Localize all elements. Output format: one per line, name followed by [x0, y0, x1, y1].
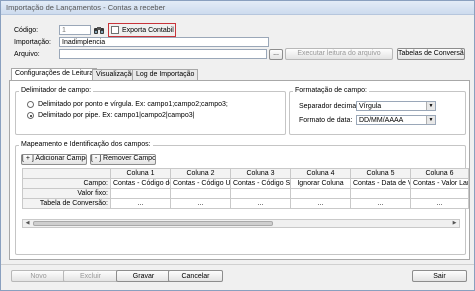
conversao-cell[interactable]: ... — [110, 198, 171, 209]
separador-decimal-select[interactable]: Vírgula ▼ — [356, 101, 436, 111]
formatacao-title: Formatação de campo: — [293, 87, 369, 94]
row-label-campo: Campo: — [22, 178, 111, 189]
mapeamento-title: Mapeamento e Identificação dos campos: — [19, 141, 153, 148]
import-window: Importação de Lançamentos - Contas a rec… — [0, 0, 475, 291]
chevron-down-icon: ▼ — [426, 102, 435, 110]
valor-fixo-cell[interactable] — [290, 188, 351, 199]
tab-panel: Delimitador de campo: Delimitado por pon… — [9, 80, 470, 260]
conversao-cell[interactable]: ... — [230, 198, 291, 209]
importacao-label: Importação: — [14, 39, 51, 46]
cancelar-button[interactable]: Cancelar — [168, 270, 223, 282]
tab-log-importacao[interactable]: Log de Importação — [132, 69, 199, 80]
mapping-grid: Coluna 1 Coluna 2 Coluna 3 Coluna 4 Colu… — [22, 168, 469, 209]
radio-ponto-virgula[interactable] — [27, 101, 34, 108]
horizontal-scrollbar[interactable]: ◀ ▶ — [22, 219, 460, 228]
exporta-contabil-label: Exporta Contabil — [122, 27, 174, 34]
footer-divider — [1, 264, 474, 265]
option-pipe-label: Delimitado por pipe. Ex: campo1|campo2|c… — [38, 112, 195, 119]
column-header[interactable]: Coluna 1 — [110, 168, 171, 179]
conversao-cell[interactable]: ... — [290, 198, 351, 209]
campo-cell[interactable]: Contas - Código do — [110, 178, 171, 189]
grid-corner — [22, 168, 111, 179]
scroll-right-icon[interactable]: ▶ — [450, 220, 459, 227]
arquivo-label: Arquivo: — [14, 51, 40, 58]
table-row: Valor fixo: — [22, 188, 469, 199]
column-header[interactable]: Coluna 4 — [290, 168, 351, 179]
column-header[interactable]: Coluna 2 — [170, 168, 231, 179]
table-row: Campo: Contas - Código do Contas - Códig… — [22, 178, 469, 189]
campo-cell[interactable]: Contas - Código Sac — [230, 178, 291, 189]
row-label-tabela-conversao: Tabela de Conversão: — [22, 198, 111, 209]
formato-data-select[interactable]: DD/MM/AAAA ▼ — [356, 115, 436, 125]
conversao-cell[interactable]: ... — [410, 198, 469, 209]
valor-fixo-cell[interactable] — [170, 188, 231, 199]
valor-fixo-cell[interactable] — [230, 188, 291, 199]
arquivo-field[interactable] — [59, 49, 267, 59]
column-header[interactable]: Coluna 5 — [350, 168, 411, 179]
codigo-label: Código: — [14, 27, 39, 34]
scrollbar-thumb[interactable] — [33, 221, 273, 226]
title-bar: Importação de Lançamentos - Contas a rec… — [1, 1, 474, 15]
option-ponto-virgula-label: Delimitado por ponto e vírgula. Ex: camp… — [38, 101, 228, 108]
valor-fixo-cell[interactable] — [410, 188, 469, 199]
executar-leitura-button[interactable]: Executar leitura do arquivo — [285, 48, 393, 60]
delimitador-title: Delimitador de campo: — [19, 87, 94, 94]
sair-button[interactable]: Sair — [412, 270, 467, 282]
column-header[interactable]: Coluna 3 — [230, 168, 291, 179]
campo-cell[interactable]: Contas - Data de Ve — [350, 178, 411, 189]
valor-fixo-cell[interactable] — [350, 188, 411, 199]
row-label-valor-fixo: Valor fixo: — [22, 188, 111, 199]
formato-data-value: DD/MM/AAAA — [359, 117, 404, 124]
valor-fixo-cell[interactable] — [110, 188, 171, 199]
campo-cell[interactable]: Ignorar Coluna — [290, 178, 351, 189]
gravar-button[interactable]: Gravar — [116, 270, 171, 282]
formatacao-group — [289, 91, 466, 135]
window-title: Importação de Lançamentos - Contas a rec… — [6, 3, 166, 12]
column-header[interactable]: Coluna 6 — [410, 168, 469, 179]
scroll-left-icon[interactable]: ◀ — [23, 220, 32, 227]
tabelas-conversao-button[interactable]: Tabelas de Conversão — [397, 48, 465, 60]
separador-decimal-label: Separador decimal: — [299, 103, 360, 110]
chevron-down-icon: ▼ — [426, 116, 435, 124]
conversao-cell[interactable]: ... — [350, 198, 411, 209]
tab-configuracoes-leitura[interactable]: Configurações de Leitura — [11, 68, 98, 80]
radio-pipe[interactable] — [27, 112, 34, 119]
importacao-field[interactable]: Inadimplencia — [59, 37, 269, 47]
browse-button[interactable]: ... — [269, 49, 283, 60]
search-binoculars-icon[interactable] — [93, 25, 105, 35]
campo-cell[interactable]: Contas - Código Uni — [170, 178, 231, 189]
codigo-field[interactable]: 1 — [59, 25, 91, 35]
remover-campo-button[interactable]: [ - ] Remover Campo — [90, 154, 156, 165]
exporta-contabil-checkbox[interactable] — [111, 26, 119, 34]
table-row: Tabela de Conversão: ... ... ... ... ...… — [22, 198, 469, 209]
novo-button[interactable]: Novo — [11, 270, 66, 282]
grid-header-row: Coluna 1 Coluna 2 Coluna 3 Coluna 4 Colu… — [22, 168, 469, 179]
formato-data-label: Formato de data: — [299, 117, 353, 124]
conversao-cell[interactable]: ... — [170, 198, 231, 209]
separador-decimal-value: Vírgula — [359, 103, 382, 110]
adicionar-campo-button[interactable]: [ + ] Adicionar Campo — [21, 154, 87, 165]
campo-cell[interactable]: Contas - Valor Lanç — [410, 178, 469, 189]
excluir-button[interactable]: Excluir — [63, 270, 118, 282]
